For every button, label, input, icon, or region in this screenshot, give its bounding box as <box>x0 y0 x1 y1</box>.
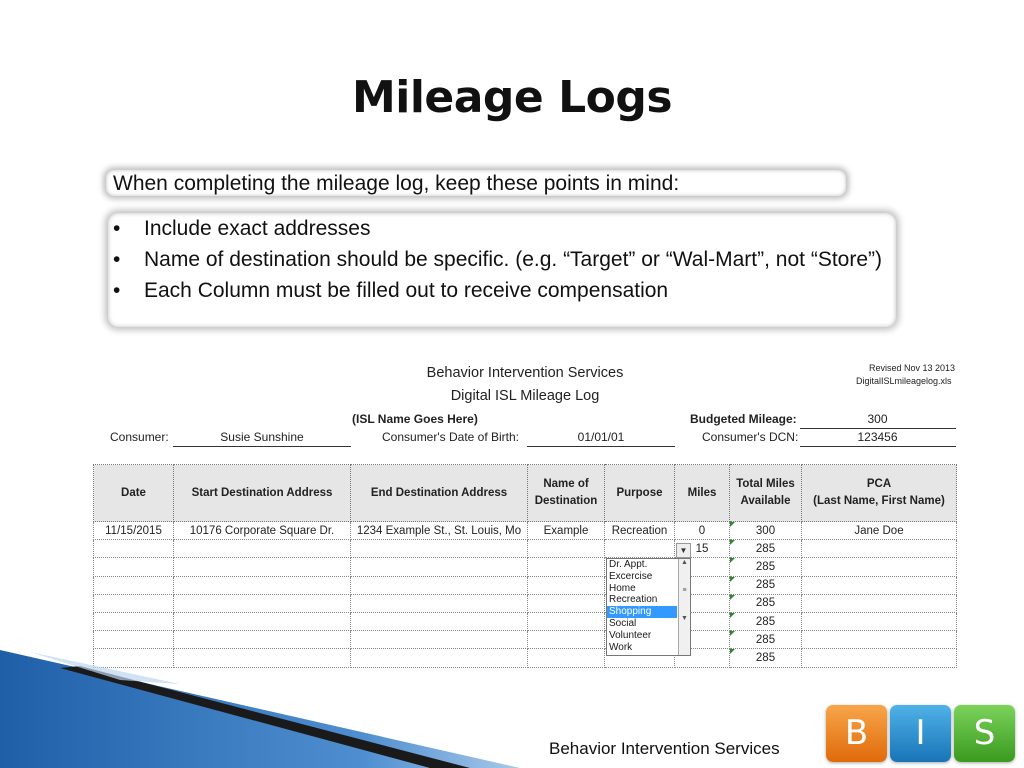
logo-b: B <box>826 705 887 762</box>
logo-s: S <box>954 705 1015 762</box>
logo-i: I <box>890 705 951 762</box>
decorative-blue-wedge <box>0 650 520 768</box>
footer-text: Behavior Intervention Services <box>549 739 780 758</box>
